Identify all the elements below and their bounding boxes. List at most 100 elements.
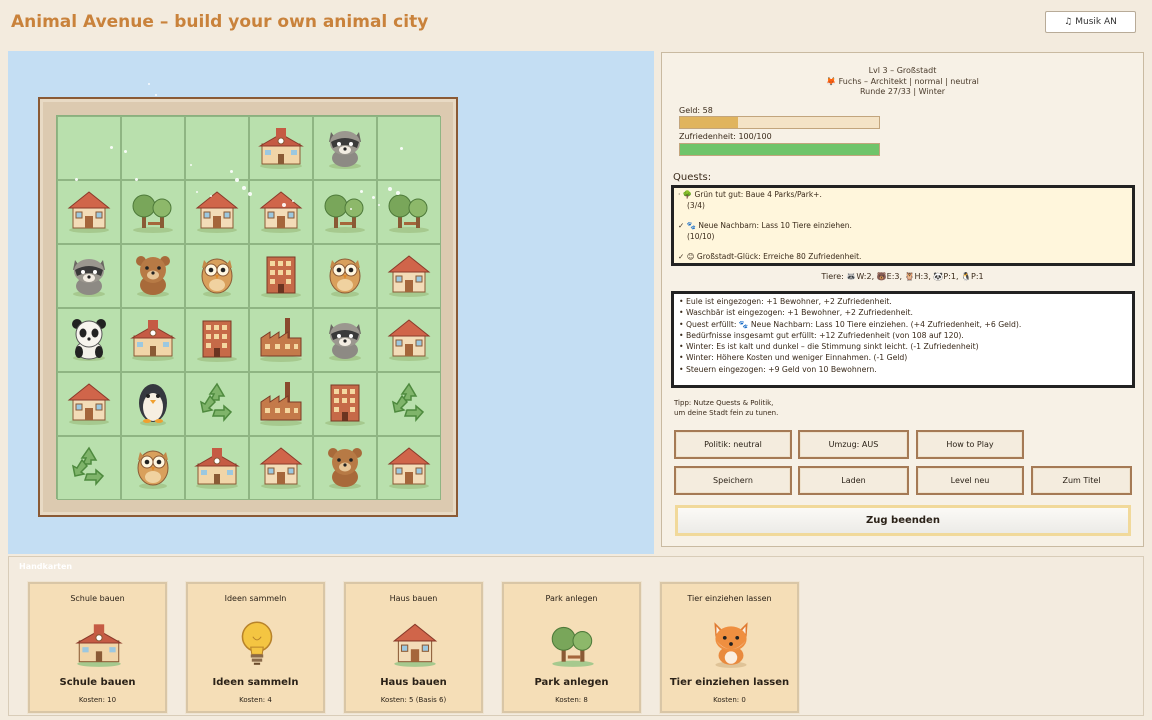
card-title: Tier einziehen lassen [687,594,772,603]
house-icon [63,184,115,240]
log-entry: • Steuern eingezogen: +9 Geld von 10 Bew… [679,364,877,374]
board-cell-house[interactable] [57,180,121,244]
school-icon [127,312,179,368]
board-cell-factory[interactable] [249,372,313,436]
music-label: Musik AN [1075,17,1117,27]
card-name: Park anlegen [534,677,609,688]
house-icon [63,376,115,432]
board-cell-owl[interactable] [121,436,185,500]
board-cell-apartment[interactable] [249,244,313,308]
card-name: Haus bauen [380,677,447,688]
board-frame [38,97,458,517]
penguin-icon [127,376,179,432]
board-cell-house[interactable] [249,436,313,500]
board-cell-raccoon[interactable] [313,308,377,372]
board-cell-park[interactable] [377,180,441,244]
quest-progress: (3/4) [687,200,705,210]
board-cell-factory[interactable] [249,308,313,372]
board-cell-school[interactable] [249,116,313,180]
game-title: Animal Avenue – build your own animal ci… [11,12,429,32]
snowflake [190,164,192,166]
board-cell-apartment[interactable] [185,308,249,372]
card-fox[interactable]: Tier einziehen lassen Tier einziehen lass… [660,582,799,713]
hand-label: Handkarten [19,562,73,571]
money-bar [679,116,880,129]
board-cell-panda[interactable] [57,308,121,372]
recycling-icon [191,376,243,432]
quest-text: 🐾 Neue Nachbarn: Lass 10 Tiere einziehen… [686,221,852,230]
board-cell-empty[interactable] [185,116,249,180]
happiness-bar-fill [680,144,879,155]
load-button[interactable]: Laden [798,466,909,495]
apartment-icon [191,312,243,368]
school-icon [255,120,307,176]
card-lightbulb[interactable]: Ideen sammeln Ideen sammeln Kosten: 4 [186,582,325,713]
bear-icon [127,248,179,304]
board-cell-recycling[interactable] [185,372,249,436]
board-cell-empty[interactable] [377,116,441,180]
log-entry: • Winter: Es ist kalt und dunkel – die S… [679,342,979,352]
board-cell-apartment[interactable] [313,372,377,436]
card-park[interactable]: Park anlegen Park anlegen Kosten: 8 [502,582,641,713]
board-cell-raccoon[interactable] [57,244,121,308]
board-cell-owl[interactable] [185,244,249,308]
to-title-button[interactable]: Zum Titel [1031,466,1132,495]
how-to-play-button[interactable]: How to Play [916,430,1024,459]
log-entry: • Eule ist eingezogen: +1 Bewohner, +2 Z… [679,297,892,306]
board-cell-raccoon[interactable] [313,116,377,180]
board-cell-bear[interactable] [313,436,377,500]
card-name: Ideen sammeln [212,677,299,688]
quest-item: ✓ 😊 Großstadt-Glück: Erreiche 80 Zufried… [678,252,1128,263]
snowflake [292,200,294,202]
animal-counts: Tiere: 🦝W:2, 🐻E:3, 🦉H:3, 🐼P:1, 🐧P:1 [821,272,984,281]
board-cell-penguin[interactable] [121,372,185,436]
board-cell-empty[interactable] [121,116,185,180]
board-cell-school[interactable] [185,436,249,500]
park-icon [127,184,179,240]
level-info: Lvl 3 – Großstadt 🦊 Fuchs – Architekt | … [662,66,1143,98]
apartment-icon [319,376,371,432]
card-title: Schule bauen [70,594,125,603]
move-toggle-button[interactable]: Umzug: AUS [798,430,909,459]
save-button[interactable]: Speichern [674,466,792,495]
music-toggle-button[interactable]: ♫ Musik AN [1045,11,1136,33]
board-cell-park[interactable] [121,180,185,244]
card-house[interactable]: Haus bauen Haus bauen Kosten: 5 (Basis 6) [344,582,483,713]
policy-button[interactable]: Politik: neutral [674,430,792,459]
end-turn-button[interactable]: Zug beenden [675,505,1131,536]
recycling-icon [383,376,435,432]
board-area [8,51,654,554]
board-cell-recycling[interactable] [377,372,441,436]
money-bar-fill [680,117,738,128]
board-cell-house[interactable] [249,180,313,244]
hand-area: Handkarten Schule bauen Schule bauen Koste… [8,556,1144,716]
factory-icon [255,376,307,432]
board-cell-house[interactable] [377,244,441,308]
board-cell-park[interactable] [313,180,377,244]
quest-list: · 🌳 Grün tut gut: Baue 4 Parks/Park+. (3/… [671,185,1135,266]
new-level-button[interactable]: Level neu [916,466,1024,495]
snowflake [75,178,78,181]
bear-icon [319,440,371,496]
snowflake [396,191,400,195]
board-cell-owl[interactable] [313,244,377,308]
card-school[interactable]: Schule bauen Schule bauen Kosten: 10 [28,582,167,713]
board-cell-bear[interactable] [121,244,185,308]
tip-text: Tipp: Nutze Quests & Politik, um deine S… [674,398,778,418]
card-cost: Kosten: 8 [555,696,588,704]
snowflake [388,187,392,191]
board-cell-school[interactable] [121,308,185,372]
house-icon [255,184,307,240]
board-cell-recycling[interactable] [57,436,121,500]
quest-progress: (10/10) [687,231,715,241]
board-cell-house[interactable] [57,372,121,436]
board-cell-house[interactable] [377,436,441,500]
snowflake [235,178,239,182]
board-cell-house[interactable] [185,180,249,244]
tip-line-2: um deine Stadt fein zu tunen. [674,409,779,417]
log-entry: • Winter: Höhere Kosten und weniger Einn… [679,353,908,363]
owl-icon [319,248,371,304]
board-cell-house[interactable] [377,308,441,372]
money-label: Geld: 58 [679,106,713,115]
round-line: Runde 27/33 | Winter [859,87,946,96]
